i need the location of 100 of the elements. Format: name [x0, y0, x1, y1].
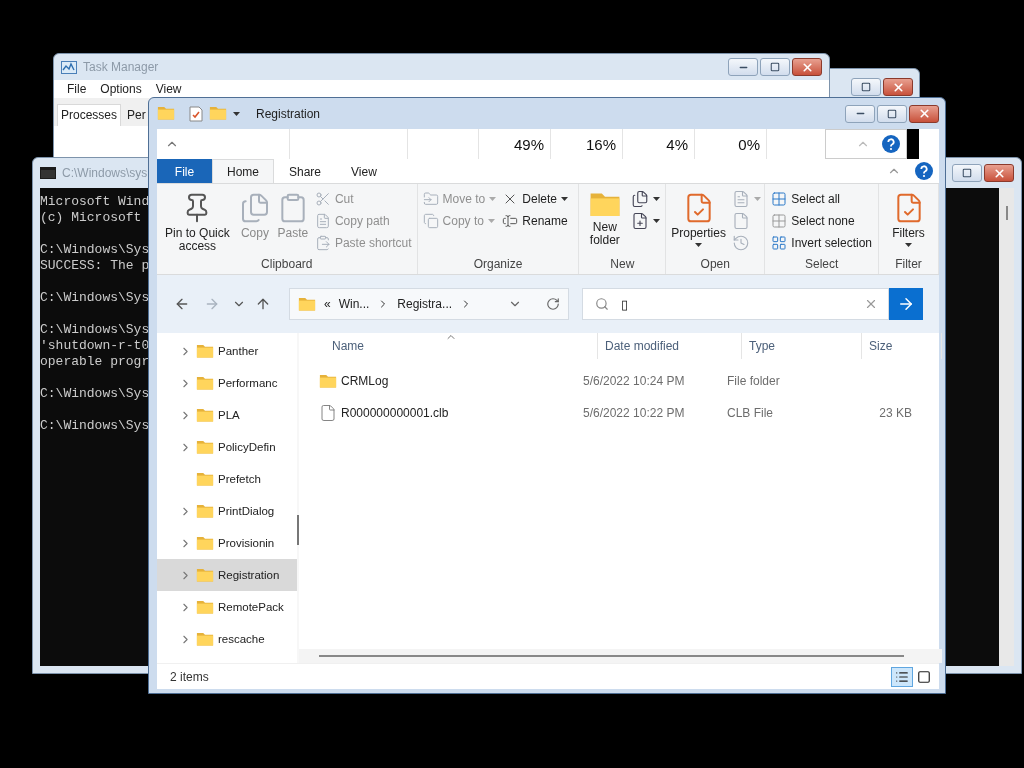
ribbon-tab[interactable]: View: [336, 159, 392, 183]
maximize-button[interactable]: [760, 58, 790, 76]
ribbon-button[interactable]: Pin to Quick access: [162, 188, 233, 253]
file-icon: [319, 404, 337, 422]
window-title: Registration: [256, 106, 321, 121]
tree-item[interactable]: Prefetch: [157, 463, 297, 495]
size-cell-text: 23 KB: [878, 406, 913, 420]
maximize-button[interactable]: [952, 164, 982, 182]
column-header[interactable]: Name: [325, 333, 598, 359]
ribbon-button[interactable]: Filters: [892, 188, 925, 247]
tree-item[interactable]: PolicyDefin: [157, 431, 297, 463]
console-line: SUCCESS: The p: [40, 258, 150, 274]
document-icon: [314, 213, 331, 229]
tree-item[interactable]: Panther: [157, 335, 297, 367]
menu-item[interactable]: File: [67, 82, 87, 96]
file-row[interactable]: CRMLog 5/6/2022 10:24 PM File folder: [319, 365, 942, 397]
close-icon: [917, 107, 931, 120]
file-name: R000000000001.clb: [341, 406, 449, 420]
tree-item[interactable]: PrintDialog: [157, 495, 297, 527]
help-icon[interactable]: [915, 162, 933, 180]
menu-item[interactable]: View: [155, 82, 182, 96]
caret-icon: [653, 219, 661, 223]
clipboard-icon: [314, 235, 331, 251]
file-row[interactable]: R000000000001.clb 5/6/2022 10:22 PM CLB File 23 KB: [319, 397, 942, 429]
group-label: Organize: [472, 256, 524, 273]
forward-icon: [204, 296, 220, 312]
grid-icon: [771, 235, 788, 251]
breadcrumb-overflow[interactable]: «: [324, 297, 331, 311]
refresh-icon[interactable]: [546, 297, 560, 311]
tree-item[interactable]: Registration: [157, 559, 297, 591]
breadcrumb[interactable]: Win...: [338, 297, 370, 311]
tree-item[interactable]: RemotePack: [157, 591, 297, 623]
tree-item[interactable]: rescache: [157, 623, 297, 655]
maximize-button[interactable]: [877, 104, 907, 123]
menu-item[interactable]: Options: [100, 82, 142, 96]
console-line: C:\Windows\Sys: [40, 290, 150, 306]
caret-icon: [233, 111, 240, 116]
ribbon-button[interactable]: Delete: [502, 188, 568, 210]
ribbon-button[interactable]: Select all: [771, 188, 872, 210]
column-header[interactable]: Size: [862, 333, 942, 359]
grid-icon: [771, 213, 788, 229]
close-button[interactable]: [792, 58, 822, 76]
clear-icon[interactable]: [864, 297, 878, 311]
document-add-icon: [631, 212, 650, 230]
ribbon-button[interactable]: Invert selection: [771, 232, 872, 254]
percentage: 16%: [585, 135, 616, 153]
search-field[interactable]: ▯: [582, 288, 889, 320]
column-header[interactable]: Type: [742, 333, 862, 359]
window-title: Task Manager: [83, 60, 159, 74]
close-icon: [891, 80, 905, 94]
chart-icon: [61, 60, 77, 74]
folder-icon: [422, 191, 439, 207]
group-label: Open: [699, 256, 731, 273]
view-button[interactable]: [891, 666, 913, 687]
scrollbar[interactable]: [299, 649, 942, 663]
back-icon: [174, 296, 190, 312]
caret-icon: [487, 219, 495, 223]
ribbon-tab[interactable]: Home: [212, 159, 274, 183]
address-bar[interactable]: « Win... Registra...: [289, 288, 569, 320]
go-button[interactable]: [889, 288, 923, 320]
ribbon-button[interactable]: Select none: [771, 210, 872, 232]
scrollbar[interactable]: [999, 188, 1014, 666]
breadcrumb[interactable]: Registra...: [397, 297, 453, 311]
tree-item[interactable]: Provisionin: [157, 527, 297, 559]
minimize-button[interactable]: [728, 58, 758, 76]
document-icon: [731, 212, 750, 230]
column-header[interactable]: Date modified: [598, 333, 742, 359]
console-line: (c) Microsoft: [40, 210, 142, 226]
caret-icon: [561, 197, 568, 201]
close-button[interactable]: [984, 164, 1014, 182]
ribbon-icon-button[interactable]: [631, 210, 661, 232]
folder-icon: [196, 439, 214, 455]
maximize-button[interactable]: [851, 78, 881, 96]
console-line: C:\Windows\Sys: [40, 418, 150, 434]
folder-icon: [196, 631, 214, 647]
ribbon-button[interactable]: New folder: [584, 188, 626, 247]
tree-item[interactable]: PLA: [157, 399, 297, 431]
ribbon-button[interactable]: Properties: [671, 188, 726, 247]
group-label: Filter: [894, 256, 923, 273]
folder-icon: [196, 503, 214, 519]
close-button[interactable]: [909, 104, 939, 123]
ribbon-tab[interactable]: Share: [274, 159, 337, 183]
folder-icon: [196, 375, 214, 391]
date-cell-text: 5/6/2022 10:24 PM: [582, 374, 686, 388]
percentage: 4%: [666, 135, 688, 153]
tab[interactable]: Processes: [57, 104, 122, 126]
minimize-button[interactable]: [845, 104, 875, 123]
ribbon-button[interactable]: Rename: [502, 210, 568, 232]
console-line: Microsoft Wind: [40, 194, 150, 210]
close-button[interactable]: [883, 78, 913, 96]
tree-item[interactable]: Performanc: [157, 367, 297, 399]
documents-icon: [631, 190, 650, 208]
group-label: Clipboard: [260, 256, 314, 273]
group-label: New: [609, 256, 636, 273]
help-icon[interactable]: [882, 135, 900, 153]
caret-icon: [695, 243, 703, 247]
group-label: Select: [804, 256, 840, 273]
file-menu-button[interactable]: File: [157, 159, 212, 183]
rename-icon: [502, 213, 519, 229]
ribbon-icon-button[interactable]: [631, 188, 661, 210]
